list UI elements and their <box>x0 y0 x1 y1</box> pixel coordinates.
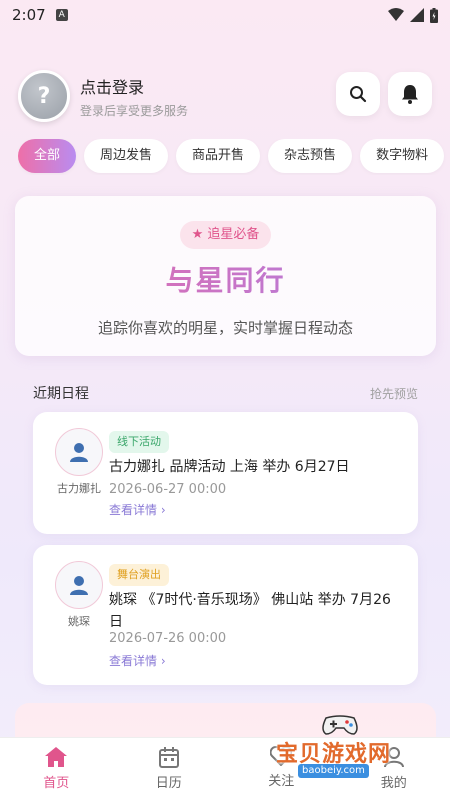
preview-link[interactable]: 抢先预览 <box>370 385 418 402</box>
status-time: 2:07 <box>12 6 46 24</box>
event-tag: 线下活动 <box>109 431 169 453</box>
watermark: 宝贝游戏网 baobeiy.com <box>270 712 420 782</box>
tab-label: 首页 <box>43 776 70 791</box>
hero-banner: ★ 追星必备 与星同行 追踪你喜欢的明星，实时掌握日程动态 <box>15 196 436 356</box>
tab-home[interactable]: 首页 <box>0 738 113 800</box>
wifi-icon <box>388 8 404 21</box>
notification-a-icon: A <box>55 9 68 21</box>
person-icon <box>70 576 88 595</box>
star-avatar <box>55 428 103 476</box>
search-icon <box>350 86 367 103</box>
search-button[interactable] <box>336 72 380 116</box>
hero-subtitle: 追踪你喜欢的明星，实时掌握日程动态 <box>97 319 353 337</box>
login-area[interactable]: 点击登录 登录后享受更多服务 <box>80 74 188 119</box>
avatar-question-mark: ? <box>37 83 51 109</box>
person-icon <box>70 443 88 462</box>
bell-icon <box>402 85 418 104</box>
hero-badge: ★ 追星必备 <box>179 221 272 249</box>
event-date: 2026-07-26 00:00 <box>109 631 227 646</box>
header: ? 点击登录 登录后享受更多服务 <box>18 70 432 122</box>
chip-digital-material[interactable]: 数字物料 <box>360 139 445 173</box>
schedule-card[interactable]: 姚琛 舞台演出 姚琛 《7时代·音乐现场》 佛山站 举办 7月26日 2026-… <box>33 545 418 685</box>
chip-magazine-presale[interactable]: 杂志预售 <box>268 139 353 173</box>
notifications-button[interactable] <box>388 72 432 116</box>
status-bar: 2:07 A <box>0 0 450 30</box>
avatar[interactable]: ? <box>18 70 70 122</box>
watermark-url: baobeiy.com <box>298 764 369 778</box>
login-subtitle: 登录后享受更多服务 <box>80 103 189 118</box>
chip-merch-sale[interactable]: 周边发售 <box>84 139 169 173</box>
calendar-icon <box>158 747 179 768</box>
view-details-link[interactable]: 查看详情 › <box>109 652 166 669</box>
signal-icon <box>410 8 424 22</box>
section-title: 近期日程 <box>33 386 89 402</box>
view-details-link[interactable]: 查看详情 › <box>109 501 166 518</box>
battery-icon <box>430 7 438 23</box>
event-title: 姚琛 《7时代·音乐现场》 佛山站 举办 7月26日 <box>109 592 391 630</box>
schedule-card[interactable]: 古力娜扎 线下活动 古力娜扎 品牌活动 上海 举办 6月27日 2026-06-… <box>33 412 418 534</box>
star-avatar <box>55 561 103 609</box>
event-title: 古力娜扎 品牌活动 上海 举办 6月27日 <box>109 459 350 475</box>
login-title[interactable]: 点击登录 <box>80 74 188 98</box>
hero-title: 与星同行 <box>15 259 436 299</box>
event-date: 2026-06-27 00:00 <box>109 482 227 497</box>
home-icon <box>45 747 68 767</box>
chip-product-sale[interactable]: 商品开售 <box>176 139 261 173</box>
star-name: 姚琛 <box>68 615 90 628</box>
schedule-section-header: 近期日程 抢先预览 <box>33 383 418 403</box>
tab-calendar[interactable]: 日历 <box>113 738 226 800</box>
tab-label: 日历 <box>155 776 182 791</box>
chip-all[interactable]: 全部 <box>18 139 77 173</box>
gamepad-icon <box>322 715 358 735</box>
category-chips: 全部 周边发售 商品开售 杂志预售 数字物料 <box>18 139 450 175</box>
star-name: 古力娜扎 <box>57 482 101 495</box>
event-tag: 舞台演出 <box>109 564 169 586</box>
